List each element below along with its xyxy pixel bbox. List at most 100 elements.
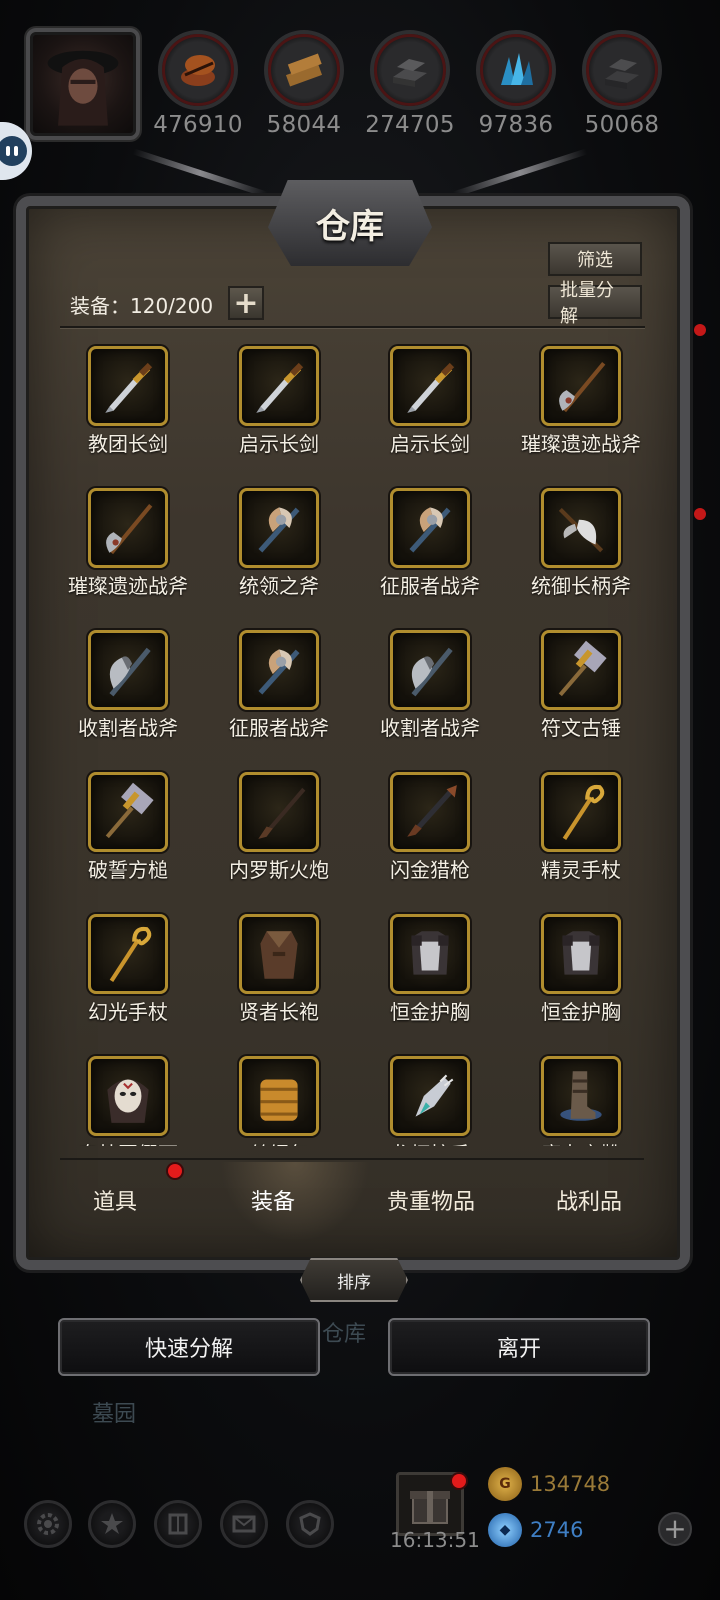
item-name: 统领之斧 — [239, 574, 319, 598]
item-slot[interactable]: 征服者战斧 — [203, 630, 355, 741]
item-slot[interactable]: 恒金护胸 — [505, 914, 657, 1025]
item-name: 精灵手杖 — [541, 858, 621, 882]
item-slot[interactable]: 教团长剑 — [52, 346, 204, 457]
double-axe-icon — [239, 488, 319, 568]
chest-armor-icon — [390, 914, 470, 994]
staff-icon — [88, 914, 168, 994]
item-name: 收割者战斧 — [380, 716, 480, 740]
item-grid[interactable]: 教团长剑 启示长剑 启示长剑 璀璨遗迹战斧 璀璨遗迹战斧 统领之斧 征服者战斧 统御长柄斧 收割… — [52, 342, 662, 1146]
item-slot[interactable]: 丝绸包 — [203, 1056, 355, 1146]
gift-icon — [410, 1491, 450, 1524]
item-slot[interactable]: 精灵手杖 — [505, 772, 657, 883]
item-name: 收割者战斧 — [78, 716, 178, 740]
tab-items[interactable]: 道具 — [42, 1184, 188, 1216]
add-currency-button[interactable]: + — [658, 1512, 692, 1546]
item-slot[interactable]: 璀璨遗迹战斧 — [52, 488, 204, 599]
background-warehouse-label: 仓库 — [322, 1322, 367, 1347]
player-avatar[interactable] — [26, 28, 140, 140]
resource-counter[interactable]: 97836 — [468, 30, 564, 138]
expand-capacity-button[interactable]: + — [228, 285, 264, 321]
item-slot[interactable]: 龙虾护手 — [354, 1056, 506, 1146]
item-slot[interactable]: 收割者战斧 — [52, 630, 204, 741]
item-name: 启示长剑 — [390, 432, 470, 456]
leave-button[interactable]: 离开 — [388, 1318, 650, 1376]
tab-valuables[interactable]: 贵重物品 — [358, 1184, 504, 1216]
item-name: 幻光手杖 — [88, 1000, 168, 1024]
item-slot[interactable]: 征服者战斧 — [354, 488, 506, 599]
gold-coin-icon: G — [488, 1467, 522, 1501]
item-name: 符文古锤 — [541, 716, 621, 740]
bag-icon — [239, 1056, 319, 1136]
divider — [60, 326, 645, 328]
halberd-icon — [88, 488, 168, 568]
gold-currency: G 134748 — [488, 1466, 688, 1502]
item-name: 征服者战斧 — [380, 574, 480, 598]
notification-dot — [694, 324, 706, 336]
background-graveyard-label: 墓园 — [92, 1402, 137, 1427]
tab-equipment[interactable]: 装备 — [200, 1184, 346, 1216]
gem-amount: 2746 — [530, 1518, 584, 1542]
item-slot[interactable]: 恒金护胸 — [354, 914, 506, 1025]
item-name: 璀璨遗迹战斧 — [68, 574, 188, 598]
item-slot[interactable]: 幻光手杖 — [52, 914, 204, 1025]
iron-ingot-icon — [370, 30, 450, 110]
item-name: 内罗斯火炮 — [229, 858, 329, 882]
sword-icon — [239, 346, 319, 426]
item-slot[interactable]: 启示长剑 — [354, 346, 506, 457]
item-slot[interactable]: 奥杜因假面 — [52, 1056, 204, 1146]
item-name: 贤者长袍 — [239, 1000, 319, 1024]
resource-counter[interactable]: 58044 — [256, 30, 352, 138]
gauntlet-icon — [390, 1056, 470, 1136]
wood-plank-icon — [264, 30, 344, 110]
item-name: 征服者战斧 — [229, 716, 329, 740]
item-slot[interactable]: 璀璨遗迹战斧 — [505, 346, 657, 457]
sword-icon — [390, 346, 470, 426]
filter-button[interactable]: 筛选 — [548, 242, 642, 276]
resource-counter[interactable]: 274705 — [362, 30, 458, 138]
notification-dot — [452, 1474, 466, 1488]
item-name: 教团长剑 — [88, 432, 168, 456]
staff-icon — [541, 772, 621, 852]
category-tabs: 道具 装备 贵重物品 战利品 — [60, 1158, 644, 1246]
settings-gear-icon[interactable] — [24, 1500, 72, 1548]
mask-icon — [88, 1056, 168, 1136]
gold-amount: 134748 — [530, 1472, 611, 1496]
mail-icon[interactable] — [220, 1500, 268, 1548]
steel-ingot-icon — [582, 30, 662, 110]
item-name: 魔力之靴 — [505, 1138, 657, 1146]
resource-counter[interactable]: 50068 — [574, 30, 670, 138]
gate-icon[interactable] — [154, 1500, 202, 1548]
panel-ornament — [132, 148, 268, 198]
boots-icon — [541, 1056, 621, 1136]
shield-icon[interactable] — [286, 1500, 334, 1548]
hammer-icon — [88, 772, 168, 852]
sort-button[interactable]: 排序 — [300, 1258, 408, 1302]
item-slot[interactable]: 统领之斧 — [203, 488, 355, 599]
item-slot[interactable]: 破誓方槌 — [52, 772, 204, 883]
item-slot[interactable]: 内罗斯火炮 — [203, 772, 355, 883]
item-name: 恒金护胸 — [390, 1000, 470, 1024]
item-slot[interactable]: 闪金猎枪 — [354, 772, 506, 883]
item-slot[interactable]: 贤者长袍 — [203, 914, 355, 1025]
quick-decompose-button[interactable]: 快速分解 — [58, 1318, 320, 1376]
item-name: 启示长剑 — [239, 432, 319, 456]
item-slot[interactable]: 符文古锤 — [505, 630, 657, 741]
chat-icon — [0, 136, 27, 166]
star-emblem-icon[interactable] — [88, 1500, 136, 1548]
crystal-icon — [476, 30, 556, 110]
notification-dot — [168, 1164, 182, 1178]
item-slot[interactable]: 魔力之靴 — [505, 1056, 657, 1146]
chest-armor-icon — [541, 914, 621, 994]
item-name: 闪金猎枪 — [390, 858, 470, 882]
plus-icon: + — [233, 285, 259, 321]
item-name: 统御长柄斧 — [531, 574, 631, 598]
batch-decompose-button[interactable]: 批量分解 — [548, 280, 642, 327]
tab-loot[interactable]: 战利品 — [516, 1184, 662, 1216]
resource-counter[interactable]: 476910 — [150, 30, 246, 138]
item-slot[interactable]: 启示长剑 — [203, 346, 355, 457]
shotgun-icon — [390, 772, 470, 852]
item-slot[interactable]: 统御长柄斧 — [505, 488, 657, 599]
item-slot[interactable]: 收割者战斧 — [354, 630, 506, 741]
item-name: 丝绸包 — [203, 1138, 355, 1146]
axe-icon — [390, 630, 470, 710]
